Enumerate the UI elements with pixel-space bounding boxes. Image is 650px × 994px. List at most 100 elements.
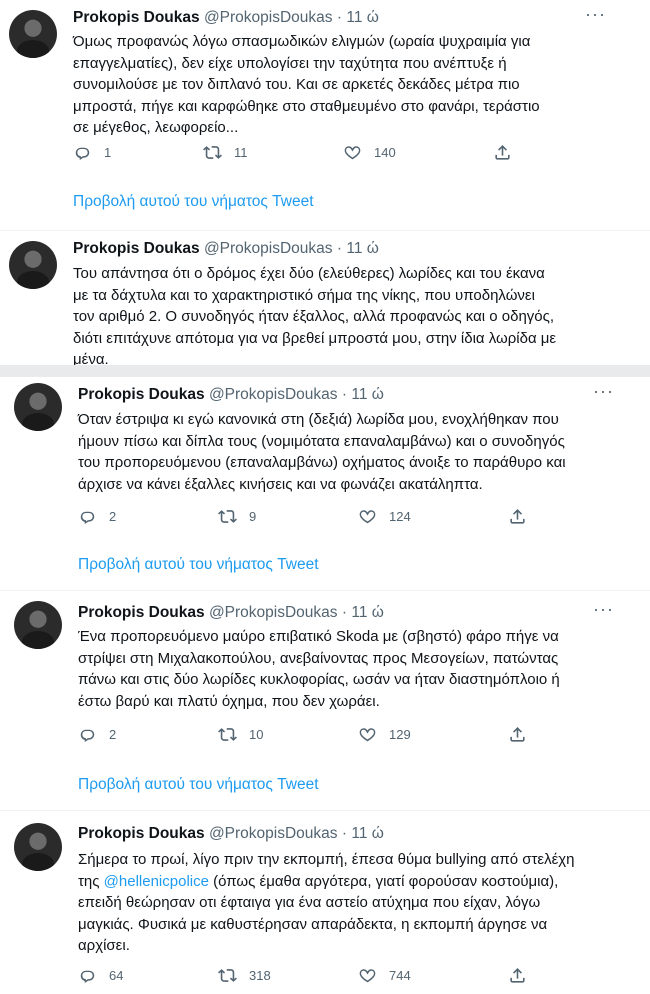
tweet-text-line: Ένα προπορευόμενο μαύρο επιβατικό Skoda … <box>78 628 559 645</box>
share-icon <box>508 725 527 744</box>
tweet-text: Όταν έστριψα κι εγώ κανονικά στη (δεξιά)… <box>78 409 590 495</box>
author-handle[interactable]: @ProkopisDoukas <box>209 825 338 842</box>
avatar[interactable] <box>9 241 57 289</box>
tweet-header: Prokopis Doukas @ProkopisDoukas · 11 ώ <box>78 603 610 623</box>
tweet[interactable]: Prokopis Doukas @ProkopisDoukas · 11 ώ ·… <box>0 377 650 587</box>
tweet-header: Prokopis Doukas @ProkopisDoukas · 11 ώ <box>73 8 610 28</box>
retweet-icon <box>203 143 222 162</box>
share-button[interactable] <box>493 143 512 162</box>
avatar[interactable] <box>14 601 62 649</box>
tweet-text-line: σε μέγεθος, λεωφορείο... <box>73 119 239 137</box>
show-thread-link[interactable]: Προβολή αυτού του νήματος Tweet <box>73 193 314 211</box>
screenshot-gap <box>0 365 650 377</box>
author-name[interactable]: Prokopis Doukas <box>78 386 205 403</box>
tweet-time[interactable]: 11 ώ <box>351 386 384 403</box>
tweet-text-line: Σήμερα το πρωί, λίγο πριν την εκπομπή, έ… <box>78 851 575 868</box>
separator-dot: · <box>341 604 348 621</box>
retweet-icon <box>218 966 237 985</box>
show-thread-link[interactable]: Προβολή αυτού του νήματος Tweet <box>78 776 319 794</box>
tweet-time[interactable]: 11 ώ <box>346 9 379 26</box>
tweet-header: Prokopis Doukas @ProkopisDoukas · 11 ώ <box>78 824 610 844</box>
reply-button[interactable]: 2 <box>78 725 116 744</box>
tweet-text-line: Του απάντησα ότι ο δρόμος έχει δύο (ελεύ… <box>73 265 545 282</box>
like-button[interactable]: 124 <box>358 507 411 526</box>
author-handle[interactable]: @ProkopisDoukas <box>209 604 338 621</box>
author-name[interactable]: Prokopis Doukas <box>78 604 205 621</box>
tweet-text-line: στρίψει στη Μιχαλακοπούλου, ανεβαίνοντας… <box>78 649 559 667</box>
tweet-text-line: ήμουν πίσω και δίπλα τους (νομιμότατα επ… <box>78 432 565 450</box>
separator-dot: · <box>336 240 343 257</box>
like-count: 129 <box>389 727 411 742</box>
tweet-text-line: έστω βαρύ και πλατύ όχημα, που δεν χωράε… <box>78 692 380 710</box>
tweet-time[interactable]: 11 ώ <box>351 604 384 621</box>
share-button[interactable] <box>508 725 527 744</box>
share-icon <box>493 143 512 162</box>
tweet-text-line: άρχισε να κάνει έξαλλες κινήσεις και να … <box>78 475 483 493</box>
like-icon <box>358 507 377 526</box>
tweet-text-line: τον αριθμό 2. Ο συνοδηγός ήταν έξαλλος, … <box>73 308 555 326</box>
tweet[interactable]: Prokopis Doukas @ProkopisDoukas · 11 ώ Τ… <box>0 231 650 368</box>
like-button[interactable]: 129 <box>358 725 411 744</box>
tweet-text-line: Όμως προφανώς λόγω σπασμωδικών ελιγμών (… <box>73 33 531 50</box>
share-button[interactable] <box>508 966 527 985</box>
retweet-button[interactable]: 9 <box>218 507 256 526</box>
retweet-button[interactable]: 11 <box>203 143 248 162</box>
retweet-count: 10 <box>249 727 264 742</box>
tweet-text-line: διότι επιτάχυνε απότομα για να βρεθεί μπ… <box>73 329 557 347</box>
reply-button[interactable]: 2 <box>78 507 116 526</box>
like-count: 124 <box>389 509 411 524</box>
reply-count: 64 <box>109 968 124 983</box>
like-count: 744 <box>389 968 411 983</box>
more-icon[interactable]: ··· <box>593 599 614 620</box>
reply-button[interactable]: 64 <box>78 966 123 985</box>
separator-dot: · <box>341 825 348 842</box>
reply-count: 1 <box>104 145 112 160</box>
tweet-text-line: του προπορευόμενου (επαναλαμβάνω) οχήματ… <box>78 454 566 472</box>
retweet-count: 318 <box>249 968 271 983</box>
tweet-text-line: Όταν έστριψα κι εγώ κανονικά στη (δεξιά)… <box>78 411 559 428</box>
retweet-button[interactable]: 318 <box>218 966 271 985</box>
share-icon <box>508 507 527 526</box>
share-icon <box>508 966 527 985</box>
separator-dot: · <box>336 9 343 26</box>
tweet[interactable]: Prokopis Doukas @ProkopisDoukas · 11 ώ ·… <box>0 591 650 801</box>
author-name[interactable]: Prokopis Doukas <box>73 240 200 257</box>
tweet[interactable]: Prokopis Doukas @ProkopisDoukas · 11 ώ ·… <box>0 0 650 230</box>
text-segment: της <box>78 872 104 890</box>
like-button[interactable]: 744 <box>358 966 411 985</box>
tweet-text: Όμως προφανώς λόγω σπασμωδικών ελιγμών (… <box>73 31 590 139</box>
retweet-icon <box>218 725 237 744</box>
tweet-text-line: επαγγελματίες), δεν είχε υπολογίσει την … <box>73 54 507 72</box>
avatar[interactable] <box>9 10 57 58</box>
retweet-icon <box>218 507 237 526</box>
avatar[interactable] <box>14 823 62 871</box>
more-icon[interactable]: ··· <box>585 4 606 25</box>
show-thread-link[interactable]: Προβολή αυτού του νήματος Tweet <box>78 556 319 574</box>
like-button[interactable]: 140 <box>343 143 396 162</box>
like-icon <box>358 725 377 744</box>
tweet-text: Του απάντησα ότι ο δρόμος έχει δύο (ελεύ… <box>73 263 590 371</box>
share-button[interactable] <box>508 507 527 526</box>
tweet-time[interactable]: 11 ώ <box>351 825 384 842</box>
tweet-time[interactable]: 11 ώ <box>346 240 379 257</box>
more-icon[interactable]: ··· <box>593 381 614 402</box>
like-icon <box>358 966 377 985</box>
reply-count: 2 <box>109 509 117 524</box>
tweet[interactable]: Prokopis Doukas @ProkopisDoukas · 11 ώ Σ… <box>0 811 650 994</box>
tweet-text-line: συνομιλούσε με τον διπλανό του. Και σε α… <box>73 76 520 94</box>
avatar[interactable] <box>14 383 62 431</box>
author-handle[interactable]: @ProkopisDoukas <box>209 386 338 403</box>
reply-icon <box>78 725 97 744</box>
author-name[interactable]: Prokopis Doukas <box>78 825 205 842</box>
author-name[interactable]: Prokopis Doukas <box>73 9 200 26</box>
retweet-button[interactable]: 10 <box>218 725 263 744</box>
tweet-text-line: αρχίσει. <box>78 937 130 955</box>
author-handle[interactable]: @ProkopisDoukas <box>204 9 333 26</box>
tweet-header: Prokopis Doukas @ProkopisDoukas · 11 ώ <box>73 239 610 259</box>
tweet-text-line: μπροστά, πήγε και καρφώθηκε στο σταθμευμ… <box>73 97 540 115</box>
mention-link[interactable]: @hellenicpolice <box>104 873 209 890</box>
tweet-header: Prokopis Doukas @ProkopisDoukas · 11 ώ <box>78 385 610 405</box>
tweet-text-line: μαγκιάς. Φυσικά με καθυστέρησαν απαράδεκ… <box>78 915 548 933</box>
reply-button[interactable]: 1 <box>73 143 111 162</box>
author-handle[interactable]: @ProkopisDoukas <box>204 240 333 257</box>
